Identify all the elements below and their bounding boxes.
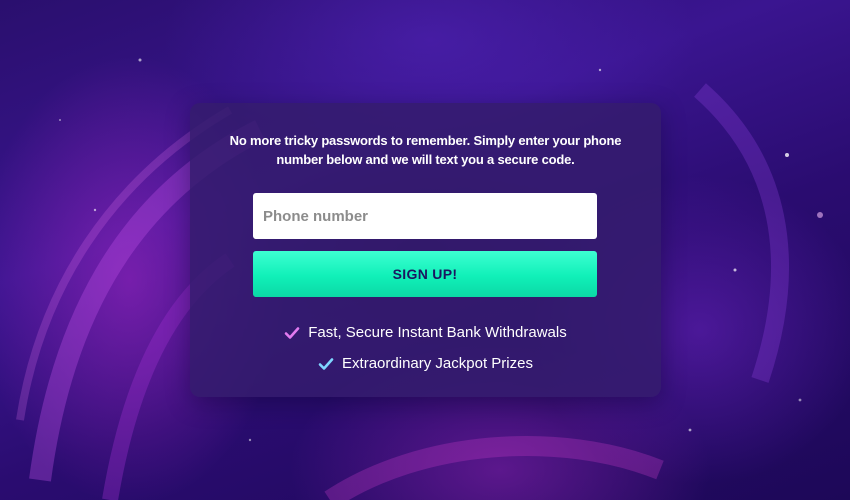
feature-list: Fast, Secure Instant Bank Withdrawals Ex… [190, 317, 661, 379]
signup-card: No more tricky passwords to remember. Si… [190, 103, 661, 397]
feature-label: Fast, Secure Instant Bank Withdrawals [308, 324, 567, 341]
phone-number-input[interactable] [253, 193, 597, 239]
checkmark-icon [318, 356, 334, 372]
feature-label: Extraordinary Jackpot Prizes [342, 355, 533, 372]
feature-item-jackpot: Extraordinary Jackpot Prizes [190, 348, 661, 379]
feature-item-withdrawals: Fast, Secure Instant Bank Withdrawals [190, 317, 661, 348]
intro-text: No more tricky passwords to remember. Si… [229, 133, 622, 167]
checkmark-icon [284, 325, 300, 341]
sign-up-button[interactable]: SIGN UP! [253, 251, 597, 297]
